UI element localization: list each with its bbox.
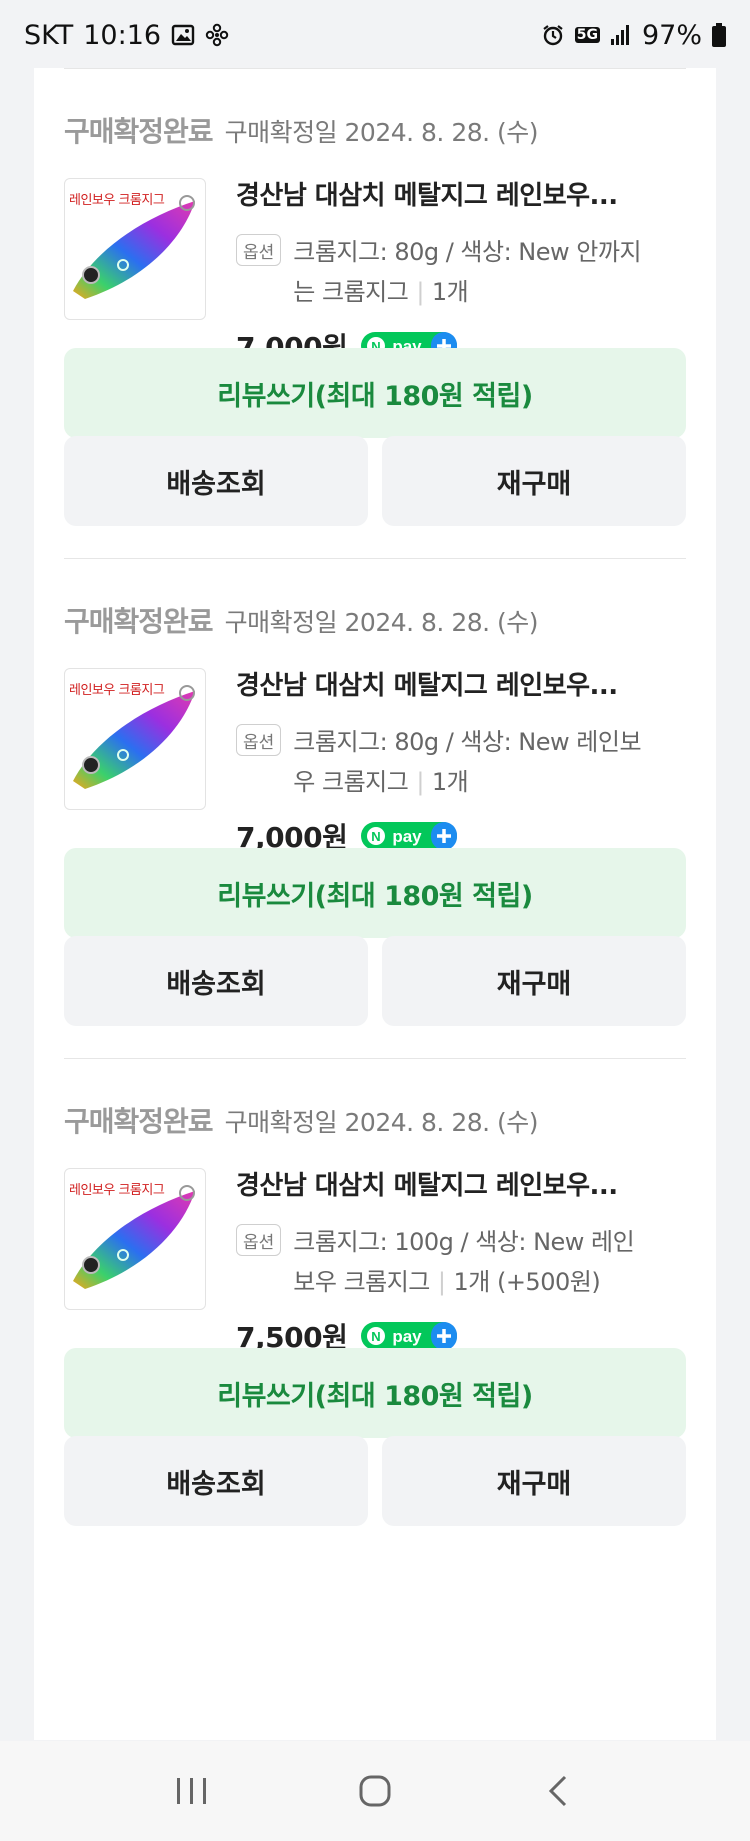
npay-label: pay — [393, 1327, 423, 1346]
battery-percent: 97% — [641, 19, 702, 51]
npay-plus-icon: N pay — [361, 1322, 458, 1350]
divider — [64, 1058, 686, 1059]
divider — [64, 68, 686, 69]
signal-icon — [610, 24, 632, 46]
order-status: 구매확정완료 — [64, 605, 214, 638]
order-status: 구매확정완료 — [64, 115, 214, 148]
thumbnail-caption: 레인보우 크롬지그 — [69, 683, 165, 698]
confirm-date: 구매확정일 2024. 8. 28. (수) — [224, 608, 539, 637]
gallery-icon — [171, 23, 195, 47]
product-thumbnail[interactable]: 레인보우 크롬지그 — [64, 1168, 206, 1310]
track-delivery-button[interactable]: 배송조회 — [64, 1436, 368, 1526]
recents-icon[interactable] — [162, 1761, 222, 1821]
separator: | — [416, 768, 424, 796]
battery-icon — [712, 23, 726, 47]
order-status: 구매확정완료 — [64, 1105, 214, 1138]
product-title[interactable]: 경산남 대삼치 메탈지그 레인보우... — [236, 668, 686, 704]
rebuy-button[interactable]: 재구매 — [382, 436, 686, 526]
option-badge: 옵션 — [236, 1224, 282, 1256]
status-bar: SKT 10:16 5G 97% — [0, 0, 750, 70]
rebuy-button[interactable]: 재구매 — [382, 1436, 686, 1526]
divider — [64, 558, 686, 559]
carrier-label: SKT — [24, 19, 74, 51]
quantity: 1개 — [431, 768, 469, 796]
product-title[interactable]: 경산남 대삼치 메탈지그 레인보우... — [236, 1168, 686, 1204]
write-review-button[interactable]: 리뷰쓰기(최대 180원 적립) — [64, 1348, 686, 1438]
thumbnail-caption: 레인보우 크롬지그 — [69, 193, 165, 208]
option-line: 우 크롬지그 — [293, 768, 409, 796]
svg-text:N: N — [372, 1329, 381, 1344]
track-delivery-button[interactable]: 배송조회 — [64, 436, 368, 526]
option-line: 는 크롬지그 — [293, 278, 409, 306]
rebuy-button[interactable]: 재구매 — [382, 936, 686, 1026]
write-review-button[interactable]: 리뷰쓰기(최대 180원 적립) — [64, 848, 686, 938]
alarm-icon — [541, 23, 565, 47]
thumbnail-caption: 레인보우 크롬지그 — [69, 1183, 165, 1198]
network-badge: 5G — [574, 27, 600, 43]
quantity: 1개 — [431, 278, 469, 306]
flower-icon — [205, 23, 229, 47]
svg-text:N: N — [372, 829, 381, 844]
separator: | — [437, 1268, 446, 1296]
npay-label: pay — [393, 827, 423, 846]
home-icon[interactable] — [345, 1761, 405, 1821]
track-delivery-button[interactable]: 배송조회 — [64, 936, 368, 1026]
system-nav-bar — [0, 1741, 750, 1841]
option-badge: 옵션 — [236, 234, 282, 266]
separator: | — [416, 278, 424, 306]
option-badge: 옵션 — [236, 724, 282, 756]
option-line: 크롬지그: 80g / 색상: New 안까지 — [293, 238, 642, 266]
product-thumbnail[interactable]: 레인보우 크롬지그 — [64, 178, 206, 320]
product-thumbnail[interactable]: 레인보우 크롬지그 — [64, 668, 206, 810]
order-list: 구매확정완료 구매확정일 2024. 8. 28. (수) 레인보우 크롬지그 — [34, 68, 716, 1740]
option-line: 크롬지그: 100g / 색상: New 레인 — [293, 1228, 635, 1256]
product-title[interactable]: 경산남 대삼치 메탈지그 레인보우... — [236, 178, 686, 214]
clock: 10:16 — [83, 19, 162, 51]
write-review-button[interactable]: 리뷰쓰기(최대 180원 적립) — [64, 348, 686, 438]
option-line: 보우 크롬지그 — [293, 1268, 430, 1296]
option-text: 크롬지그: 80g / 색상: New 레인보 우 크롬지그 | 1개 — [293, 722, 641, 802]
option-line: 크롬지그: 80g / 색상: New 레인보 — [293, 728, 642, 756]
npay-plus-icon: N pay — [361, 822, 458, 850]
confirm-date: 구매확정일 2024. 8. 28. (수) — [224, 1108, 539, 1137]
confirm-date: 구매확정일 2024. 8. 28. (수) — [224, 118, 539, 147]
option-text: 크롬지그: 80g / 색상: New 안까지 는 크롬지그 | 1개 — [293, 232, 641, 312]
option-text: 크롬지그: 100g / 색상: New 레인 보우 크롬지그 | 1개 (+500… — [293, 1222, 634, 1302]
back-icon[interactable] — [528, 1761, 588, 1821]
quantity: 1개 (+500원) — [453, 1268, 601, 1296]
